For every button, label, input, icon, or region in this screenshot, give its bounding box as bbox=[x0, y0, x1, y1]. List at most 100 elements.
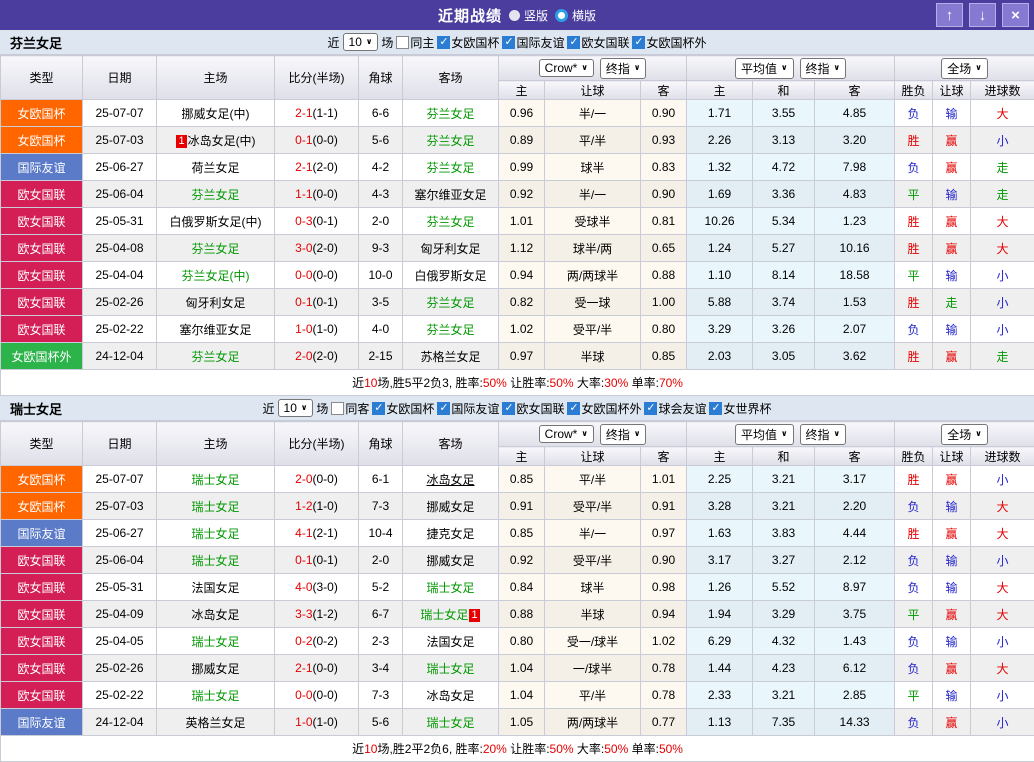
home-team-cell: 荷兰女足 bbox=[157, 154, 275, 181]
away-team[interactable]: 芬兰女足 bbox=[426, 296, 474, 310]
home-team[interactable]: 芬兰女足 bbox=[191, 350, 239, 364]
scope-select[interactable]: 全场∨ bbox=[941, 58, 988, 79]
match-count-select[interactable]: 10∨ bbox=[278, 399, 314, 417]
games-label: 场 bbox=[381, 34, 393, 51]
home-team[interactable]: 芬兰女足 bbox=[191, 188, 239, 202]
home-team[interactable]: 瑞士女足 bbox=[191, 473, 239, 487]
away-team[interactable]: 芬兰女足 bbox=[426, 134, 474, 148]
scroll-up-button[interactable]: ↑ bbox=[936, 3, 963, 27]
same-venue-checkbox[interactable] bbox=[396, 36, 409, 49]
home-team[interactable]: 英格兰女足 bbox=[185, 716, 245, 730]
away-team[interactable]: 挪威女足 bbox=[426, 500, 474, 514]
match-date: 25-07-07 bbox=[83, 100, 157, 127]
away-team[interactable]: 芬兰女足 bbox=[426, 323, 474, 337]
home-team[interactable]: 匈牙利女足 bbox=[185, 296, 245, 310]
sub-column-header: 客 bbox=[815, 447, 895, 466]
avg-home: 3.17 bbox=[687, 547, 753, 574]
halftime-score: (0-0) bbox=[313, 688, 338, 702]
away-team[interactable]: 苏格兰女足 bbox=[420, 350, 480, 364]
average-select[interactable]: 平均值∨ bbox=[735, 424, 794, 445]
odds-company-select[interactable]: Crow*∨ bbox=[539, 59, 594, 77]
competition-filter: ✓女欧国杯 bbox=[372, 400, 434, 417]
away-team[interactable]: 芬兰女足 bbox=[426, 107, 474, 121]
competition-checkbox-3[interactable]: ✓ bbox=[502, 402, 515, 415]
summary-segment: 20% bbox=[483, 742, 507, 756]
home-team[interactable]: 瑞士女足 bbox=[191, 689, 239, 703]
away-team[interactable]: 塞尔维亚女足 bbox=[414, 188, 486, 202]
away-team[interactable]: 芬兰女足 bbox=[426, 215, 474, 229]
competition-checkbox-5[interactable]: ✓ bbox=[644, 402, 657, 415]
odds-away: 0.65 bbox=[641, 235, 687, 262]
competition-checkbox-4[interactable]: ✓ bbox=[632, 36, 645, 49]
away-team-cell: 芬兰女足 bbox=[403, 100, 499, 127]
radio-horizontal-layout[interactable]: 横版 bbox=[555, 7, 596, 24]
home-team[interactable]: 白俄罗斯女足(中) bbox=[170, 215, 262, 229]
same-venue-checkbox[interactable] bbox=[331, 402, 344, 415]
fulltime-score: 1-1 bbox=[295, 187, 312, 201]
away-team[interactable]: 芬兰女足 bbox=[426, 161, 474, 175]
competition-checkbox-4[interactable]: ✓ bbox=[567, 402, 580, 415]
home-team[interactable]: 法国女足 bbox=[191, 581, 239, 595]
radio-vertical-layout[interactable]: 竖版 bbox=[509, 7, 548, 24]
competition-checkbox-2[interactable]: ✓ bbox=[437, 402, 450, 415]
odds-company-select[interactable]: Crow*∨ bbox=[539, 425, 594, 443]
home-team[interactable]: 荷兰女足 bbox=[191, 161, 239, 175]
home-team[interactable]: 冰岛女足 bbox=[191, 608, 239, 622]
home-team[interactable]: 塞尔维亚女足 bbox=[179, 323, 251, 337]
halftime-score: (2-0) bbox=[313, 349, 338, 363]
home-team[interactable]: 瑞士女足 bbox=[191, 635, 239, 649]
avg-away: 3.75 bbox=[815, 601, 895, 628]
competition-checkbox-1[interactable]: ✓ bbox=[437, 36, 450, 49]
away-team[interactable]: 挪威女足 bbox=[426, 554, 474, 568]
match-date: 25-06-27 bbox=[83, 154, 157, 181]
competition-filter: ✓女欧国杯外 bbox=[567, 400, 641, 417]
corner-score: 5-2 bbox=[359, 574, 403, 601]
competition-checkbox-2[interactable]: ✓ bbox=[502, 36, 515, 49]
competition-checkbox-3[interactable]: ✓ bbox=[567, 36, 580, 49]
home-team[interactable]: 挪威女足(中) bbox=[182, 107, 250, 121]
away-team[interactable]: 瑞士女足 bbox=[426, 581, 474, 595]
average-stage-select[interactable]: 终指∨ bbox=[800, 58, 847, 79]
competition-checkbox-1[interactable]: ✓ bbox=[372, 402, 385, 415]
home-team-cell: 瑞士女足 bbox=[157, 682, 275, 709]
result-wdl: 胜 bbox=[895, 466, 933, 493]
odds-handicap: 球半 bbox=[545, 574, 641, 601]
average-stage-select[interactable]: 终指∨ bbox=[800, 424, 847, 445]
match-count-select[interactable]: 10∨ bbox=[343, 33, 379, 51]
scope-select[interactable]: 全场∨ bbox=[941, 424, 988, 445]
avg-away: 18.58 bbox=[815, 262, 895, 289]
away-team-cell: 法国女足 bbox=[403, 628, 499, 655]
home-team[interactable]: 瑞士女足 bbox=[191, 500, 239, 514]
summary-segment: 大率: bbox=[574, 742, 605, 756]
away-team[interactable]: 冰岛女足 bbox=[426, 473, 474, 487]
avg-home: 6.29 bbox=[687, 628, 753, 655]
close-button[interactable]: × bbox=[1002, 3, 1029, 27]
away-team-cell: 挪威女足 bbox=[403, 547, 499, 574]
competition-label: 女欧国杯 bbox=[451, 34, 499, 51]
competition-checkbox-6[interactable]: ✓ bbox=[709, 402, 722, 415]
scroll-down-button[interactable]: ↓ bbox=[969, 3, 996, 27]
away-team[interactable]: 匈牙利女足 bbox=[420, 242, 480, 256]
competition-label: 国际友谊 bbox=[516, 34, 564, 51]
odds-handicap: 两/两球半 bbox=[545, 709, 641, 736]
away-team[interactable]: 瑞士女足 bbox=[420, 608, 468, 622]
home-team[interactable]: 瑞士女足 bbox=[191, 527, 239, 541]
away-team[interactable]: 法国女足 bbox=[426, 635, 474, 649]
home-team[interactable]: 挪威女足 bbox=[191, 662, 239, 676]
away-team[interactable]: 冰岛女足 bbox=[426, 689, 474, 703]
odds-stage-select[interactable]: 终指∨ bbox=[600, 58, 647, 79]
result-handicap: 赢 bbox=[933, 235, 971, 262]
halftime-score: (1-0) bbox=[313, 715, 338, 729]
away-team[interactable]: 瑞士女足 bbox=[426, 716, 474, 730]
odds-stage-select[interactable]: 终指∨ bbox=[600, 424, 647, 445]
home-team[interactable]: 芬兰女足 bbox=[191, 242, 239, 256]
home-team[interactable]: 冰岛女足(中) bbox=[188, 134, 256, 148]
away-team[interactable]: 瑞士女足 bbox=[426, 662, 474, 676]
away-team[interactable]: 白俄罗斯女足 bbox=[414, 269, 486, 283]
column-header: 客场 bbox=[403, 56, 499, 100]
home-team[interactable]: 瑞士女足 bbox=[191, 554, 239, 568]
home-team[interactable]: 芬兰女足(中) bbox=[182, 269, 250, 283]
average-select[interactable]: 平均值∨ bbox=[735, 58, 794, 79]
odds-away: 0.90 bbox=[641, 100, 687, 127]
away-team[interactable]: 捷克女足 bbox=[426, 527, 474, 541]
